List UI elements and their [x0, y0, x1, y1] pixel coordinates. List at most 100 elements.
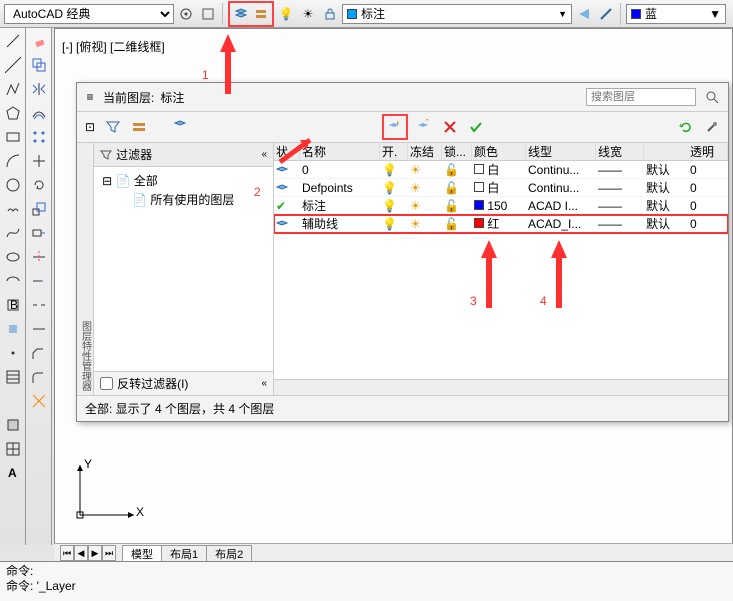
color-combo[interactable]: 蓝 ▼: [626, 4, 726, 24]
grid-col-header[interactable]: 开.: [380, 143, 408, 160]
mirror-icon[interactable]: [28, 78, 50, 100]
bulb-icon[interactable]: 💡: [276, 4, 296, 24]
annotation-highlight-2: [382, 114, 408, 140]
gear-icon[interactable]: [176, 4, 196, 24]
spline-icon[interactable]: [2, 222, 24, 244]
layout-tab[interactable]: 布局2: [206, 545, 252, 561]
point-icon[interactable]: [2, 342, 24, 364]
filter-group-icon[interactable]: [129, 117, 149, 137]
rotate-icon[interactable]: [28, 174, 50, 196]
handle-icon[interactable]: ⊡: [83, 120, 97, 134]
grid-col-header[interactable]: 名称: [300, 143, 380, 160]
tab-nav-button[interactable]: ▶: [88, 545, 102, 561]
stretch-icon[interactable]: [28, 222, 50, 244]
lock-icon[interactable]: [320, 4, 340, 24]
viewport-label[interactable]: [-] [俯视] [二维线框]: [62, 38, 165, 55]
line-icon[interactable]: [2, 30, 24, 52]
workspace-select[interactable]: AutoCAD 经典: [4, 4, 174, 24]
extend-icon[interactable]: [28, 270, 50, 292]
layer-status-line: 全部: 显示了 4 个图层，共 4 个图层: [77, 395, 728, 421]
grid-col-header[interactable]: 状: [274, 143, 300, 160]
rectangle-icon[interactable]: [2, 126, 24, 148]
collapse-icon[interactable]: «: [261, 378, 267, 389]
filter-new-icon[interactable]: [103, 117, 123, 137]
filter-icon: [100, 149, 112, 161]
grid-col-header[interactable]: 线型: [526, 143, 596, 160]
polygon-icon[interactable]: [2, 102, 24, 124]
fillet-icon[interactable]: [28, 366, 50, 388]
chevron-down-icon: ▼: [709, 7, 721, 21]
break-icon[interactable]: [28, 294, 50, 316]
search-layer-input[interactable]: [586, 88, 696, 106]
current-layer-label: 当前图层:: [103, 89, 154, 106]
handle-icon[interactable]: ≡: [83, 90, 97, 104]
erase-icon[interactable]: [28, 30, 50, 52]
layout-tab[interactable]: 模型: [122, 545, 162, 561]
layer-combo[interactable]: 标注 ▼: [342, 4, 572, 24]
filter-tree[interactable]: ⊟ 📄 全部 📄 所有使用的图层: [94, 167, 273, 371]
polyline-icon[interactable]: [2, 78, 24, 100]
layer-properties-dialog: ≡ 当前图层: 标注 ⊡ * 图层特性管理器 过滤器: [76, 82, 729, 422]
arc-icon[interactable]: [2, 150, 24, 172]
move-icon[interactable]: [28, 150, 50, 172]
draw-palette: B A: [0, 28, 26, 545]
explode-icon[interactable]: [28, 390, 50, 412]
insert-icon[interactable]: B: [2, 294, 24, 316]
grid-col-header[interactable]: 线宽: [596, 143, 644, 160]
layer-row[interactable]: 辅助线💡☀🔓 红ACAD_I...——默认0: [274, 215, 728, 233]
revcloud-icon[interactable]: [2, 198, 24, 220]
axis-x-label: X: [136, 505, 144, 519]
new-layer-freeze-icon[interactable]: *: [414, 117, 434, 137]
collapse-icon[interactable]: «: [261, 149, 267, 160]
table-icon[interactable]: [2, 438, 24, 460]
ellipsearc-icon[interactable]: [2, 270, 24, 292]
layer-row[interactable]: Defpoints💡☀🔓 白Continu...——默认0: [274, 179, 728, 197]
circle-icon[interactable]: [2, 174, 24, 196]
left-tool-palettes: B A: [0, 28, 52, 545]
ellipse-icon[interactable]: [2, 246, 24, 268]
delete-layer-button[interactable]: [440, 117, 460, 137]
region-icon[interactable]: [2, 414, 24, 436]
sun-icon[interactable]: ☀: [298, 4, 318, 24]
invert-filter-checkbox[interactable]: [100, 377, 113, 390]
layer-row[interactable]: ✔标注💡☀🔓 150ACAD I...——默认0: [274, 197, 728, 215]
grid-col-header[interactable]: 透明: [688, 143, 728, 160]
layer-match-icon[interactable]: [596, 4, 616, 24]
tree-child-label: 所有使用的图层: [150, 193, 234, 207]
new-layer-button[interactable]: [385, 117, 405, 137]
join-icon[interactable]: [28, 318, 50, 340]
grid-col-header[interactable]: 锁...: [442, 143, 472, 160]
gradient-icon[interactable]: [2, 390, 24, 412]
xline-icon[interactable]: [2, 54, 24, 76]
layer-row[interactable]: 0💡☀🔓 白Continu...——默认0: [274, 161, 728, 179]
scale-icon[interactable]: [28, 198, 50, 220]
hatch-icon[interactable]: [2, 366, 24, 388]
tree-root-label: 全部: [134, 174, 158, 188]
grid-col-header[interactable]: 冻结: [408, 143, 442, 160]
layer-prev-icon[interactable]: [574, 4, 594, 24]
chamfer-icon[interactable]: [28, 342, 50, 364]
layout-tab[interactable]: 布局1: [161, 545, 207, 561]
command-line[interactable]: 命令: 命令: '_Layer: [0, 561, 733, 601]
array-icon[interactable]: [28, 126, 50, 148]
svg-text:A: A: [8, 466, 17, 480]
search-icon[interactable]: [702, 87, 722, 107]
trim-icon[interactable]: [28, 246, 50, 268]
copy-icon[interactable]: [28, 54, 50, 76]
grid-col-header[interactable]: 颜色: [472, 143, 526, 160]
grid-h-scrollbar[interactable]: [274, 379, 728, 395]
offset-icon[interactable]: [28, 102, 50, 124]
grid-body[interactable]: 0💡☀🔓 白Continu...——默认0Defpoints💡☀🔓 白Conti…: [274, 161, 728, 379]
tab-nav-button[interactable]: ◀: [74, 545, 88, 561]
refresh-icon[interactable]: [676, 117, 696, 137]
settings-icon[interactable]: [702, 117, 722, 137]
block-icon[interactable]: [2, 318, 24, 340]
layer-states-icon[interactable]: [251, 4, 271, 24]
layer-states-manager-icon[interactable]: [171, 117, 191, 137]
set-current-button[interactable]: [466, 117, 486, 137]
tab-nav-button[interactable]: ⏭: [102, 545, 116, 561]
tab-nav-button[interactable]: ⏮: [60, 545, 74, 561]
layer-manager-button[interactable]: [231, 4, 251, 24]
mtext-icon[interactable]: A: [2, 462, 24, 484]
sheet-icon[interactable]: [198, 4, 218, 24]
